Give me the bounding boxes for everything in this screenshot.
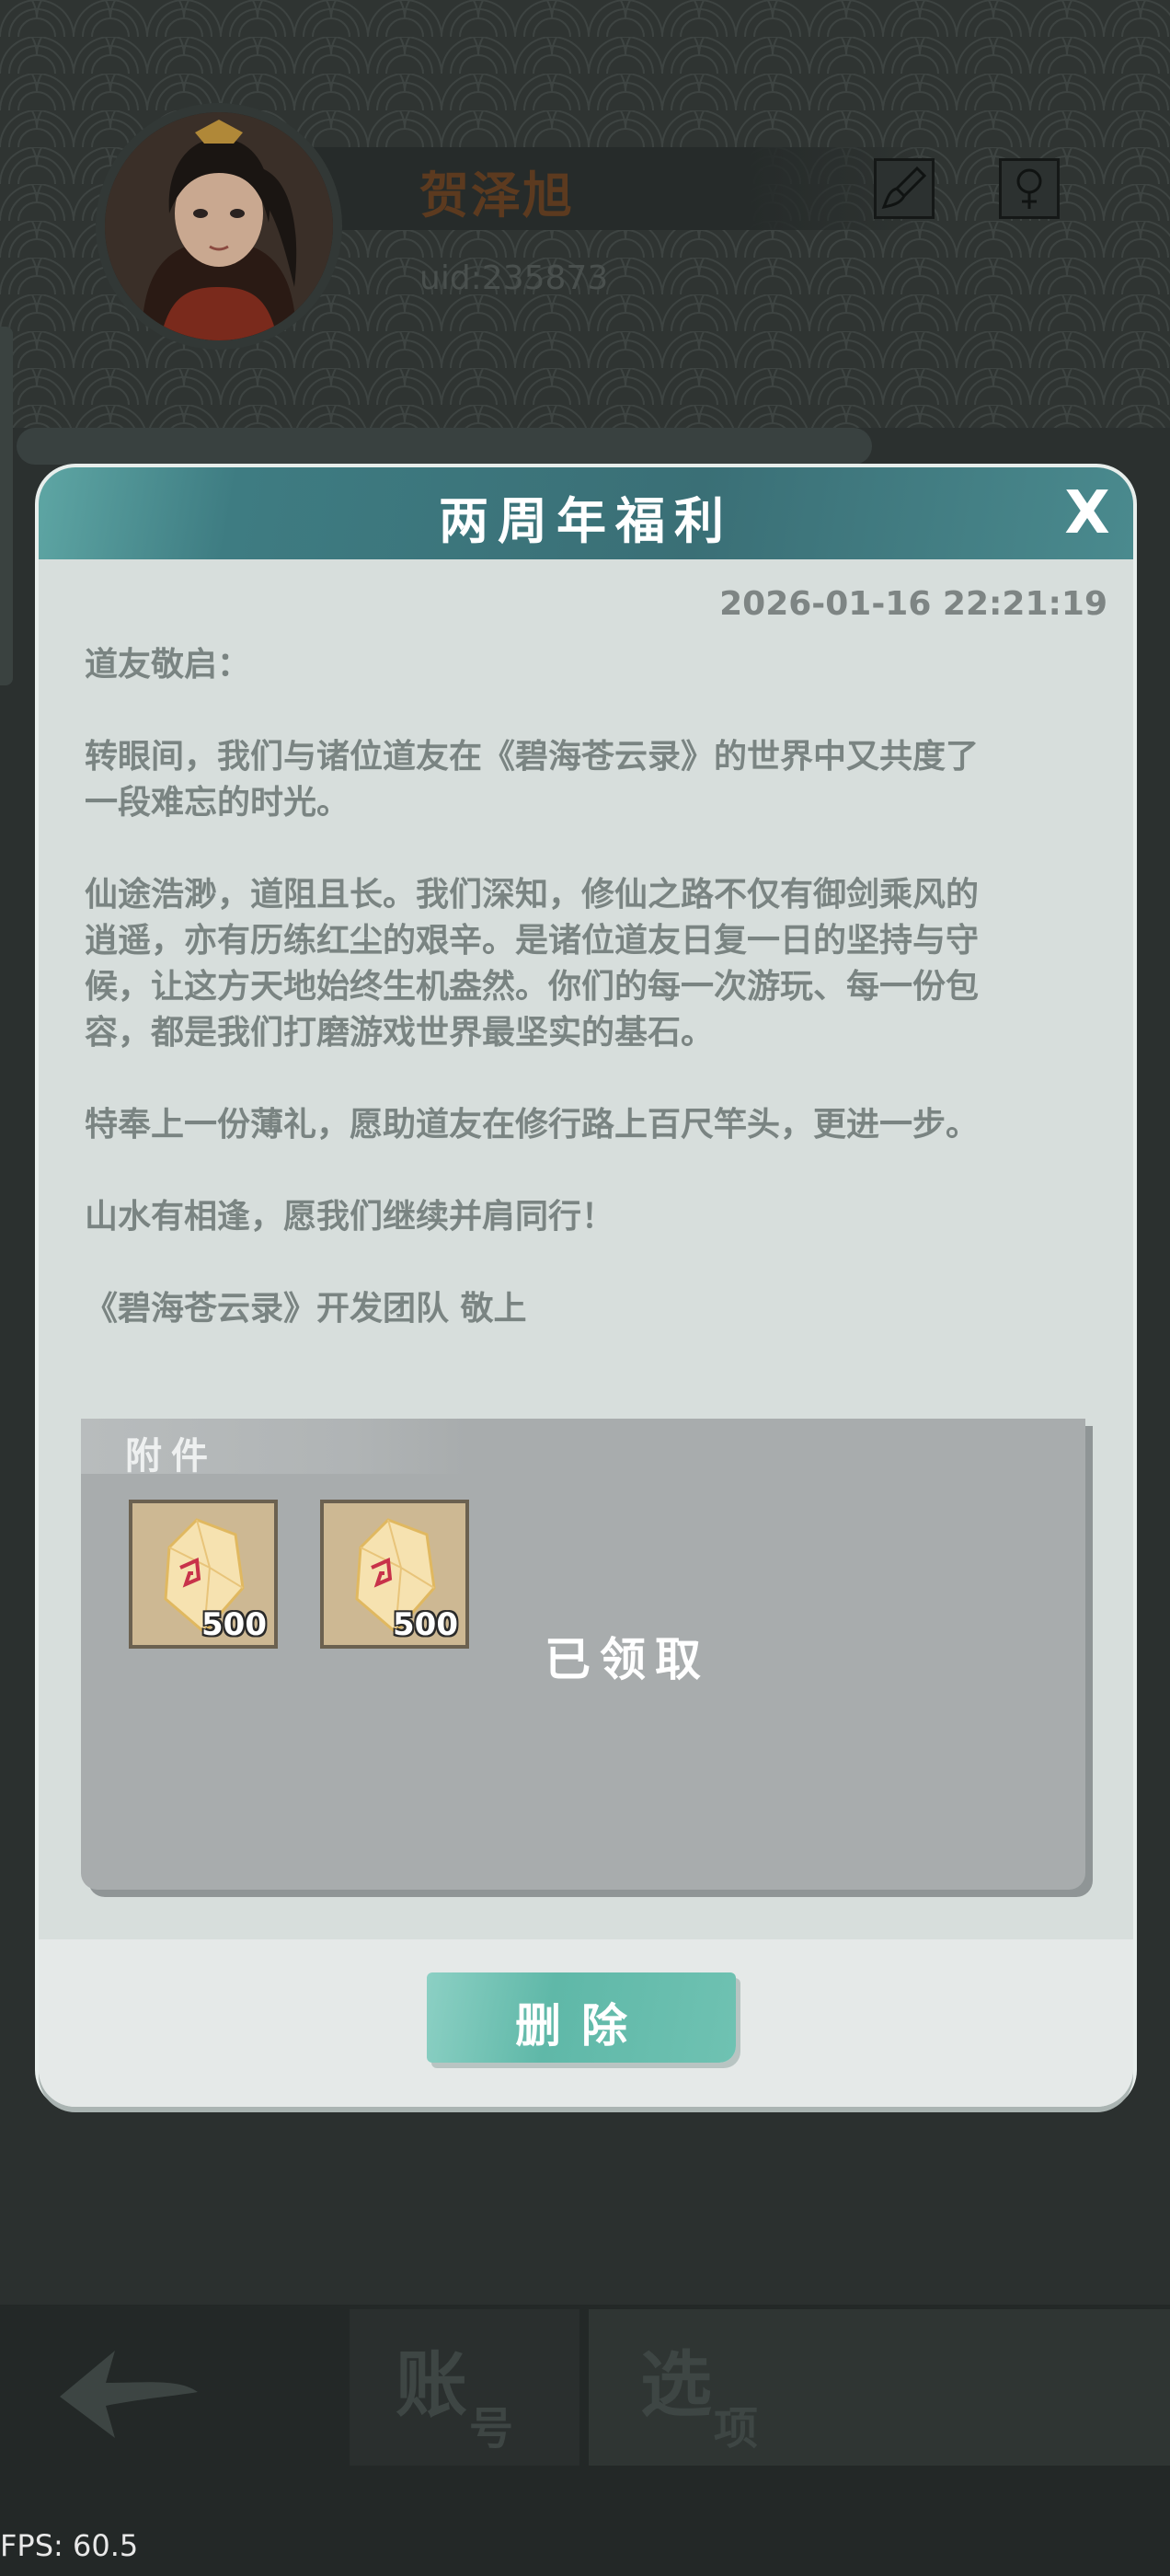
character-portrait xyxy=(105,112,333,340)
attachment-label: 附件 xyxy=(125,1435,217,1478)
item-quantity: 500 xyxy=(393,1606,458,1643)
mail-signature: 《碧海苍云录》开发团队 敬上 xyxy=(85,1290,527,1328)
close-button[interactable]: X xyxy=(1060,484,1115,543)
tab-options[interactable]: 选 项 xyxy=(589,2309,1170,2466)
mail-greeting: 道友敬启： xyxy=(85,646,251,684)
fps-counter: FPS: 60.5 xyxy=(0,2528,139,2563)
tab-account-label-big: 账 xyxy=(396,2343,468,2427)
mail-paragraph: 仙途浩渺，道阻且长。我们深知，修仙之路不仅有御剑乘风的 逍遥，亦有历练红尘的艰辛… xyxy=(85,876,980,1052)
back-arrow-icon xyxy=(60,2351,198,2438)
attachment-panel: 附件 500 500 已领取 xyxy=(81,1419,1085,1890)
tab-account[interactable]: 账 号 xyxy=(350,2309,579,2466)
mail-dialog: 两周年福利 X 2026-01-16 22:21:19 道友敬启： 转眼间，我们… xyxy=(39,467,1133,2107)
brush-button[interactable] xyxy=(874,158,935,219)
delete-button[interactable]: 删除 xyxy=(427,1972,736,2063)
mail-paragraph: 转眼间，我们与诸位道友在《碧海苍云录》的世界中又共度了 一段难忘的时光。 xyxy=(85,738,980,822)
tab-options-label-small: 项 xyxy=(714,2403,759,2455)
item-quantity: 500 xyxy=(201,1606,267,1643)
profile-icon xyxy=(1016,168,1042,209)
background-bar xyxy=(17,428,872,465)
back-button[interactable] xyxy=(51,2341,207,2443)
claimed-status: 已领取 xyxy=(545,1633,710,1686)
side-tab xyxy=(0,327,13,685)
mail-timestamp: 2026-01-16 22:21:19 xyxy=(719,585,1107,623)
tab-options-label-big: 选 xyxy=(640,2343,713,2427)
tab-account-label-small: 号 xyxy=(469,2403,514,2455)
player-uid: uid:235873 xyxy=(419,259,609,297)
brush-icon xyxy=(881,166,927,210)
mail-paragraph: 特奉上一份薄礼，愿助道友在修行路上百尺竿头，更进一步。 xyxy=(85,1106,980,1144)
avatar[interactable] xyxy=(96,103,342,350)
name-bar xyxy=(304,147,938,230)
attachment-item[interactable]: 500 xyxy=(129,1500,278,1649)
delete-button-label: 删除 xyxy=(515,1999,648,2053)
dialog-title: 两周年福利 xyxy=(439,492,733,550)
attachment-item[interactable]: 500 xyxy=(320,1500,469,1649)
mail-body: 道友敬启： 转眼间，我们与诸位道友在《碧海苍云录》的世界中又共度了 一段难忘的时… xyxy=(85,642,1096,1378)
player-name: 贺泽旭 xyxy=(419,166,574,224)
mail-paragraph: 山水有相逢，愿我们继续并肩同行！ xyxy=(85,1198,615,1236)
profile-button[interactable] xyxy=(999,158,1060,219)
